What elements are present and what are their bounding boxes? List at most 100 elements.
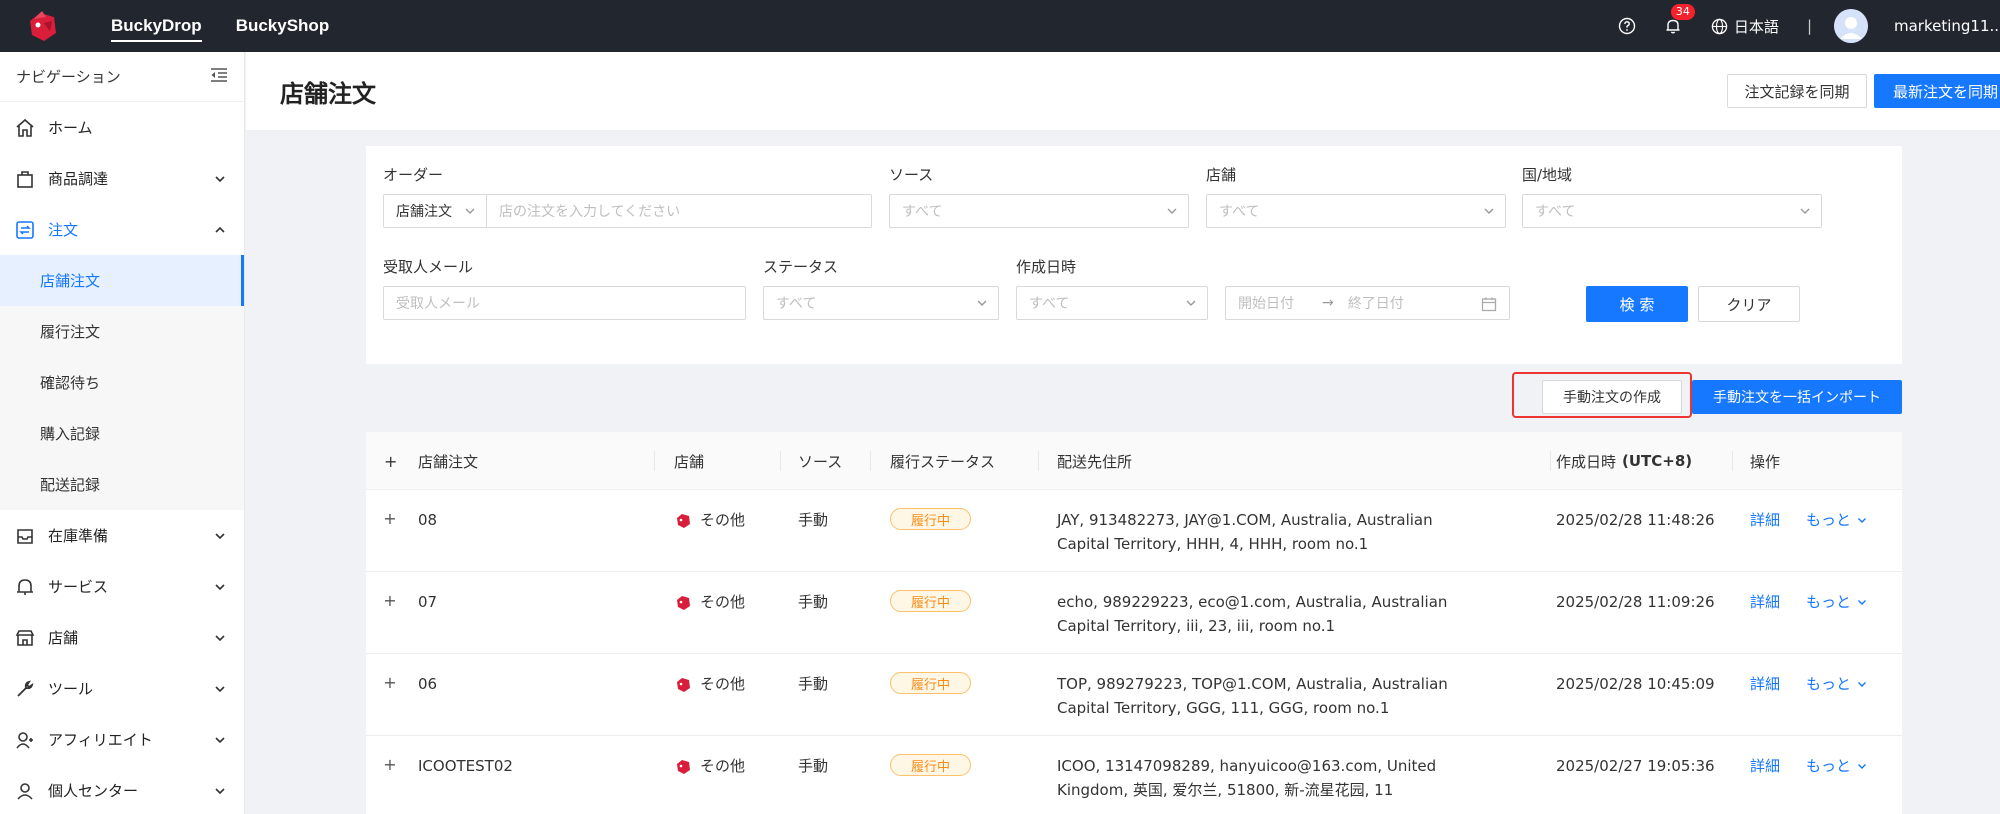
sidebar-item-procurement[interactable]: 商品調達	[0, 153, 244, 204]
more-dropdown[interactable]: もっと	[1806, 590, 1867, 614]
sidebar-item-tools[interactable]: ツール	[0, 663, 244, 714]
order-search-input[interactable]: 店の注文を入力してください	[487, 194, 872, 228]
chevron-down-icon	[1858, 518, 1867, 523]
sidebar-item-label: ツール	[48, 680, 94, 698]
store-select[interactable]: すべて	[1206, 194, 1506, 228]
sidebar-item-inventory[interactable]: 在庫準備	[0, 510, 244, 561]
source-select-value: すべて	[902, 204, 943, 220]
recipient-email-input[interactable]: 受取人メール	[383, 286, 746, 320]
order-id: 06	[418, 675, 438, 693]
search-button[interactable]: 検 索	[1586, 286, 1688, 322]
status-select[interactable]: すべて	[763, 286, 999, 320]
more-dropdown[interactable]: もっと	[1806, 754, 1867, 778]
order-type-value: 店舗注文	[396, 204, 452, 220]
expand-row-icon[interactable]: +	[382, 509, 398, 528]
chevron-down-icon	[1167, 208, 1177, 214]
sidebar-item-label: サービス	[48, 578, 109, 596]
table-row: + 07 その他 手動 履行中 echo, 989229223, eco@1.c…	[366, 572, 1902, 654]
created-time-label: 作成日時	[1556, 452, 1617, 471]
country-select-value: すべて	[1535, 204, 1576, 220]
status-badge: 履行中	[890, 508, 972, 530]
created-time: 2025/02/28 10:45:09	[1556, 675, 1715, 693]
bag-icon	[14, 168, 36, 190]
help-icon[interactable]	[1617, 16, 1637, 36]
created-time: 2025/02/27 19:05:36	[1556, 757, 1715, 775]
sidebar-item-personal-center[interactable]: 個人センター	[0, 765, 244, 814]
chevron-down-icon	[214, 530, 226, 542]
orders-table: + 店舗注文 店舗 ソース 履行ステータス 配送先住所 作成日時 (UTC+8)…	[366, 432, 1902, 814]
sidebar-item-label: 在庫準備	[48, 527, 109, 545]
sidebar-subitem-purchase-records[interactable]: 購入記録	[0, 408, 244, 459]
detail-link[interactable]: 詳細	[1750, 590, 1780, 614]
order-icon	[14, 219, 36, 241]
address-line: echo, 989229223, eco@1.com, Australia, A…	[1057, 593, 1448, 611]
chevron-down-icon	[1484, 208, 1494, 214]
sidebar-item-label: 注文	[48, 221, 79, 239]
detail-link[interactable]: 詳細	[1750, 754, 1780, 778]
tab-buckyshop[interactable]: BuckyShop	[219, 0, 347, 52]
globe-icon	[1711, 18, 1728, 34]
column-divider	[654, 451, 655, 471]
shipping-address: JAY, 913482273, JAY@1.COM, Australia, Au…	[1057, 508, 1433, 556]
start-date-placeholder: 開始日付	[1238, 296, 1294, 312]
sidebar-item-orders[interactable]: 注文	[0, 204, 244, 255]
shipping-address: ICOO, 13147098289, hanyuicoo@163.com, Un…	[1057, 754, 1436, 802]
address-line: JAY, 913482273, JAY@1.COM, Australia, Au…	[1057, 511, 1433, 529]
column-fulfillment-status: 履行ステータス	[890, 452, 996, 471]
created-time-select[interactable]: すべて	[1016, 286, 1208, 320]
more-dropdown[interactable]: もっと	[1806, 672, 1867, 696]
detail-link[interactable]: 詳細	[1750, 672, 1780, 696]
order-filter-label: オーダー	[383, 166, 444, 184]
avatar[interactable]	[1834, 9, 1868, 43]
sidebar-item-stores[interactable]: 店舗	[0, 612, 244, 663]
username[interactable]: marketing11...	[1894, 17, 1998, 35]
sidebar-subitem-fulfillment-orders[interactable]: 履行注文	[0, 306, 244, 357]
created-time: 2025/02/28 11:09:26	[1556, 593, 1715, 611]
notification-bell-icon[interactable]: 34	[1663, 4, 1695, 36]
store-logo-icon	[677, 514, 690, 528]
collapse-menu-icon[interactable]	[210, 67, 228, 87]
expand-row-icon[interactable]: +	[382, 755, 398, 774]
store-cell: その他	[674, 754, 745, 778]
address-line: Capital Territory, iii, 23, iii, room no…	[1057, 617, 1336, 635]
order-source: 手動	[798, 511, 829, 529]
buckydrop-logo[interactable]	[20, 4, 64, 48]
page-title: 店舗注文	[280, 79, 376, 108]
shipping-address: TOP, 989279223, TOP@1.COM, Australia, Au…	[1057, 672, 1448, 720]
sidebar-subitem-pending-confirmation[interactable]: 確認待ち	[0, 357, 244, 408]
address-line: Capital Territory, GGG, 111, GGG, room n…	[1057, 699, 1390, 717]
expand-row-icon[interactable]: +	[382, 673, 398, 692]
order-type-select[interactable]: 店舗注文	[383, 194, 487, 228]
sidebar-item-home[interactable]: ホーム	[0, 102, 244, 153]
sync-records-button[interactable]: 注文記録を同期	[1727, 74, 1867, 108]
column-divider	[870, 451, 871, 471]
create-manual-order-button[interactable]: 手動注文の作成	[1542, 380, 1682, 414]
column-divider	[1732, 451, 1733, 471]
store-cell: その他	[674, 508, 745, 532]
order-source: 手動	[798, 757, 829, 775]
sidebar-item-services[interactable]: サービス	[0, 561, 244, 612]
expand-row-icon[interactable]: +	[382, 591, 398, 610]
country-filter-label: 国/地域	[1522, 166, 1573, 184]
language-selector[interactable]: 日本語	[1711, 16, 1779, 37]
country-select[interactable]: すべて	[1522, 194, 1822, 228]
column-divider	[780, 451, 781, 471]
bulk-import-manual-orders-button[interactable]: 手動注文を一括インポート	[1692, 380, 1902, 414]
more-label: もっと	[1806, 593, 1852, 611]
tab-buckydrop[interactable]: BuckyDrop	[94, 0, 219, 52]
more-dropdown[interactable]: もっと	[1806, 508, 1867, 532]
sync-latest-orders-button[interactable]: 最新注文を同期	[1874, 74, 2000, 108]
sidebar-item-affiliate[interactable]: アフィリエイト	[0, 714, 244, 765]
sidebar-title: ナビゲーション	[16, 68, 121, 86]
bell-service-icon	[14, 576, 36, 598]
sidebar-subitem-store-orders[interactable]: 店舗注文	[0, 255, 244, 306]
source-select[interactable]: すべて	[889, 194, 1189, 228]
clear-button[interactable]: クリア	[1698, 286, 1800, 322]
expand-all-icon[interactable]: +	[384, 432, 397, 490]
recipient-email-placeholder: 受取人メール	[396, 296, 480, 312]
store-filter-label: 店舗	[1206, 166, 1237, 184]
sidebar-subitem-shipping-records[interactable]: 配送記録	[0, 459, 244, 510]
store-cell: その他	[674, 590, 745, 614]
date-range-picker[interactable]: 開始日付 → 終了日付	[1225, 286, 1510, 320]
detail-link[interactable]: 詳細	[1750, 508, 1780, 532]
